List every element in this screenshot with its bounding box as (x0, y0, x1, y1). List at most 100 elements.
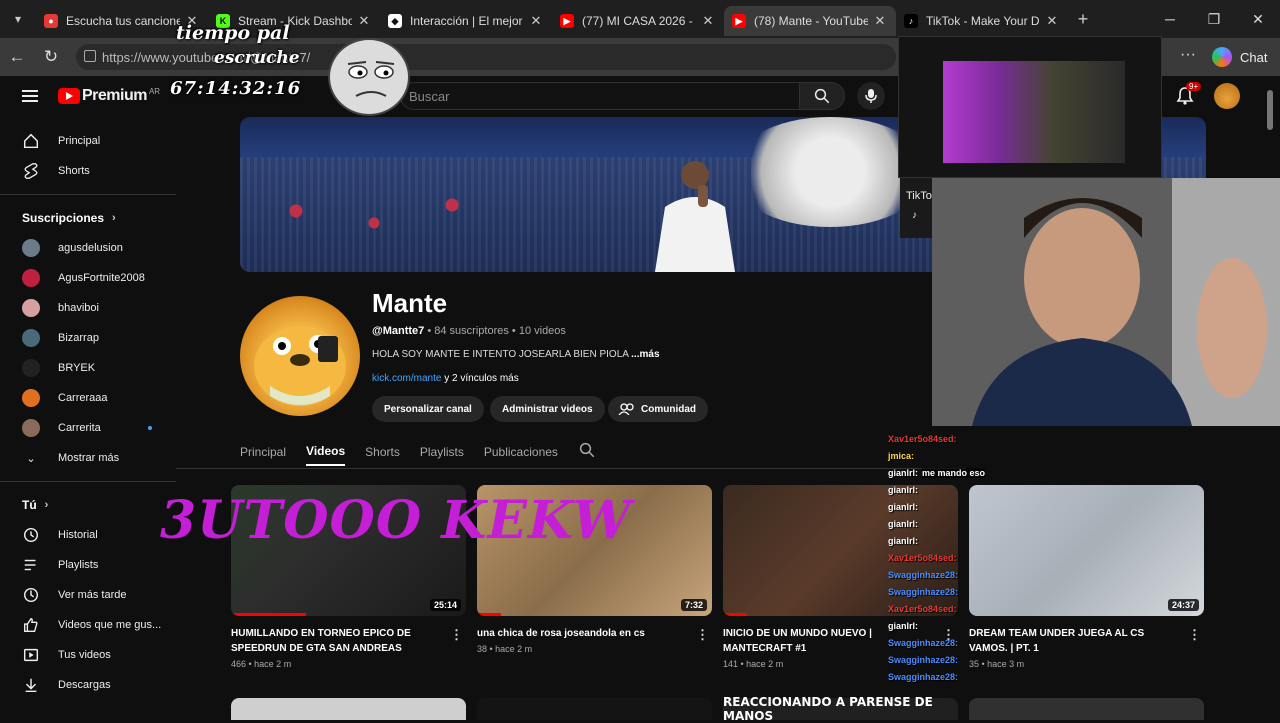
minimize-button[interactable]: ─ (1148, 0, 1192, 38)
chat-message: Xav1er5o84sed: (888, 549, 1018, 566)
browser-tab[interactable]: ◆ Interacción | El mejor so ✕ (380, 6, 552, 36)
partial-thumbnail[interactable] (477, 698, 712, 720)
search-button[interactable] (799, 82, 845, 110)
chevron-right-icon: › (112, 212, 116, 224)
sidebar-item[interactable]: Tus videos (0, 640, 176, 670)
sidebar-item[interactable]: Historial (0, 520, 176, 550)
stream-text-bottom: escruche (214, 48, 300, 68)
subscription-label: Carreraaa (58, 392, 108, 404)
watch-progress-bar (231, 613, 307, 616)
chat-message: Swagginhaze28: (888, 583, 1018, 600)
sidebar-item[interactable]: Principal (0, 126, 176, 156)
new-tab-button[interactable]: + (1068, 9, 1098, 30)
chat-username: jmica: (888, 450, 915, 461)
video-menu-icon[interactable]: ⋮ (1188, 627, 1202, 643)
watch-progress-bar (723, 613, 747, 616)
copilot-icon (1212, 47, 1232, 67)
subscriptions-header[interactable]: Suscripciones › (0, 203, 176, 233)
manage-videos-button[interactable]: Administrar videos (490, 396, 605, 422)
sidebar-item[interactable]: Descargas (0, 670, 176, 700)
browser-tab[interactable]: ▶ (78) Mante - YouTube ✕ (724, 6, 896, 36)
subscription-item[interactable]: Carrerita (0, 413, 176, 443)
reload-button[interactable]: ↻ (34, 38, 68, 76)
video-count: 10 videos (518, 325, 566, 337)
tab-label: (78) Mante - YouTube (754, 14, 868, 28)
voice-search-button[interactable] (857, 82, 885, 110)
stream-timer: 67:14:32:16 (170, 78, 302, 99)
channel-tab[interactable]: Shorts (365, 438, 400, 466)
search-placeholder: Buscar (409, 88, 450, 104)
like-icon (22, 616, 40, 634)
chat-username: Swagginhaze28: (888, 637, 959, 648)
copilot-chat-button[interactable]: Chat (1212, 46, 1267, 68)
chat-message: gianlrl: (888, 481, 1018, 498)
chat-message: Swagginhaze28: (888, 566, 1018, 583)
channel-avatar[interactable] (240, 296, 360, 416)
channel-tab[interactable]: Videos (306, 438, 346, 466)
tab-close-icon[interactable]: ✕ (872, 13, 888, 29)
customize-channel-button[interactable]: Personalizar canal (372, 396, 484, 422)
sidebar-item[interactable]: Ver más tarde (0, 580, 176, 610)
subscription-label: Carrerita (58, 422, 101, 434)
channel-tab[interactable]: Publicaciones (484, 438, 558, 466)
sidebar-item[interactable]: Videos que me gus... (0, 610, 176, 640)
video-title[interactable]: HUMILLANDO EN TORNEO EPICO DE SPEEDRUN D… (231, 626, 466, 656)
tab-search-icon[interactable]: ▾ (0, 0, 36, 38)
tab-close-icon[interactable]: ✕ (700, 13, 716, 29)
sidebar-item[interactable]: Shorts (0, 156, 176, 186)
chat-username: Swagginhaze28: (888, 569, 959, 580)
watermark-text: 3UTOOO KEKW (160, 490, 632, 551)
tab-close-icon[interactable]: ✕ (356, 13, 372, 29)
stream-text-top: tiempo pal (176, 22, 290, 44)
search-input[interactable]: Buscar (400, 82, 800, 110)
browser-tab[interactable]: ♪ TikTok - Make Your Day ✕ (896, 6, 1068, 36)
back-button[interactable]: ← (0, 38, 34, 76)
subscription-item[interactable]: AgusFortnite2008 (0, 263, 176, 293)
chevron-down-icon: ⌄ (26, 452, 36, 465)
maximize-button[interactable]: ❐ (1192, 0, 1236, 38)
video-menu-icon[interactable]: ⋮ (450, 627, 464, 643)
you-header[interactable]: Tú › (0, 490, 176, 520)
subscription-item[interactable]: BRYEK (0, 353, 176, 383)
description-more[interactable]: ...más (631, 349, 659, 360)
account-avatar[interactable] (1214, 83, 1240, 109)
watch-progress-bar (477, 613, 501, 616)
video-meta: 466 • hace 2 m (231, 659, 292, 669)
browser-menu-icon[interactable]: ··· (1180, 46, 1196, 64)
community-button[interactable]: Comunidad (608, 396, 708, 422)
scrollbar-thumb[interactable] (1267, 90, 1273, 130)
channel-tab[interactable]: Playlists (420, 438, 464, 466)
channel-link[interactable]: kick.com/mante (372, 373, 441, 384)
video-title[interactable]: una chica de rosa joseandola en cs (477, 626, 712, 641)
subscription-item[interactable]: bhaviboi (0, 293, 176, 323)
close-window-button[interactable]: ✕ (1236, 0, 1280, 38)
site-info-icon[interactable] (84, 50, 96, 62)
microphone-icon (865, 89, 877, 103)
subscription-item[interactable]: Bizarrap (0, 323, 176, 353)
youtube-logo[interactable]: Premium AR (58, 87, 160, 105)
browser-tab[interactable]: ▶ (77) MI CASA 2026 - You ✕ (552, 6, 724, 36)
stream-chat-overlay: Xav1er5o84sed: jmica: gianlrl: me mando eso… (888, 430, 1018, 720)
channel-tab[interactable]: Principal (240, 438, 286, 466)
notification-badge: 9+ (1186, 82, 1202, 91)
chat-username: gianlrl: (888, 518, 919, 529)
tab-close-icon[interactable]: ✕ (528, 13, 544, 29)
url-field[interactable]: https://www.youtube.com/@Mante7/ (76, 44, 896, 70)
show-more-button[interactable]: ⌄ Mostrar más (0, 443, 176, 473)
partial-thumbnail[interactable] (231, 698, 466, 720)
subscription-item[interactable]: agusdelusion (0, 233, 176, 263)
sidebar-item[interactable]: Playlists (0, 550, 176, 580)
video-menu-icon[interactable]: ⋮ (696, 627, 710, 643)
menu-icon[interactable] (22, 90, 38, 102)
channel-description[interactable]: HOLA SOY MANTE E INTENTO JOSEARLA BIEN P… (372, 349, 660, 360)
channel-search-button[interactable] (578, 441, 596, 464)
subscription-item[interactable]: Carreraaa (0, 383, 176, 413)
sidebar-item-label: Playlists (58, 559, 99, 571)
sidebar-item-label: Principal (58, 135, 101, 147)
chat-message: gianlrl: (888, 532, 1018, 549)
playlists-icon (22, 556, 40, 574)
channel-link-extra[interactable]: y 2 vínculos más (441, 373, 519, 384)
subscription-avatar (22, 389, 40, 407)
tab-close-icon[interactable]: ✕ (1044, 13, 1060, 29)
chat-username: Swagginhaze28: (888, 654, 959, 665)
